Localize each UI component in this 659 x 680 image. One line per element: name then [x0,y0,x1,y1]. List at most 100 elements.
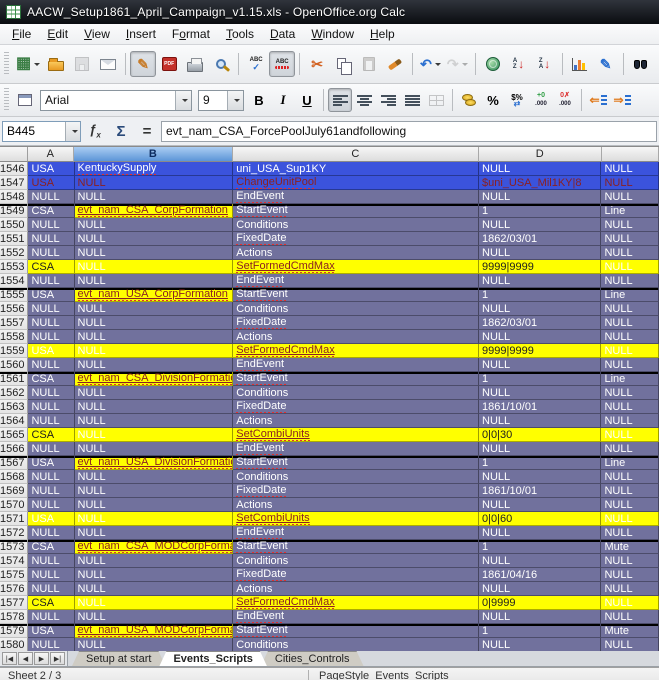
add-decimal-place-button[interactable]: +0.000 [529,88,553,112]
cell[interactable]: NULL [601,386,659,400]
cell[interactable]: Actions [233,582,479,596]
copy-button[interactable] [330,51,356,77]
cell[interactable]: StartEvent [233,288,479,302]
cell[interactable]: NULL [601,470,659,484]
menu-data[interactable]: Data [262,25,303,43]
cell[interactable]: 1 [479,540,601,554]
cell[interactable]: NULL [601,512,659,526]
row-header-1555[interactable]: 1555 [0,288,28,302]
row-header-1552[interactable]: 1552 [0,246,28,260]
cell[interactable]: NULL [75,568,234,582]
cell[interactable]: Line [601,204,659,218]
styles-window-button[interactable] [13,88,37,112]
cell[interactable]: NULL [28,246,74,260]
cell[interactable]: evt_nam_USA_MODCorpFormationMOD [75,624,234,638]
bold-button[interactable]: B [247,88,271,112]
cell[interactable]: NULL [28,638,74,651]
cell[interactable]: NULL [75,400,234,414]
cell[interactable]: NULL [75,358,234,372]
cell[interactable]: Conditions [233,470,479,484]
first-sheet-button[interactable]: |◀ [2,652,17,665]
cell[interactable]: NULL [479,190,601,204]
edit-mode-button[interactable]: ✎ [130,51,156,77]
cell[interactable]: NULL [479,582,601,596]
row-header-1551[interactable]: 1551 [0,232,28,246]
input-line[interactable] [161,121,657,142]
menu-insert[interactable]: Insert [118,25,164,43]
cell[interactable]: NULL [601,428,659,442]
row-header-1553[interactable]: 1553 [0,260,28,274]
export-pdf-button[interactable]: PDF [156,51,182,77]
cell-reference-input[interactable] [3,122,65,141]
column-header-c[interactable]: C [233,147,479,162]
font-size-combobox[interactable]: 9 [198,90,244,111]
cell[interactable]: NULL [601,176,659,190]
cell[interactable]: StartEvent [233,624,479,638]
align-left-button[interactable] [328,88,352,112]
row-header-1556[interactable]: 1556 [0,302,28,316]
sort-ascending-button[interactable]: AZ↓ [506,51,532,77]
cell[interactable]: NULL [601,442,659,456]
cell[interactable]: StartEvent [233,204,479,218]
cell[interactable]: NULL [75,232,234,246]
cell[interactable]: NULL [75,442,234,456]
column-header-e[interactable] [602,147,659,162]
cell[interactable]: Conditions [233,218,479,232]
cell[interactable]: CSA [28,540,74,554]
cell[interactable]: Conditions [233,386,479,400]
cell[interactable]: SetFormedCmdMax [233,260,479,274]
cell[interactable]: CSA [28,260,74,274]
cell[interactable]: NULL [601,232,659,246]
cell[interactable]: NULL [601,400,659,414]
cell[interactable]: ChangeUnitPool [233,176,479,190]
toolbar-grip[interactable] [4,88,9,112]
menu-format[interactable]: Format [164,25,218,43]
cell[interactable]: NULL [601,344,659,358]
row-header-1567[interactable]: 1567 [0,456,28,470]
align-center-button[interactable] [352,88,376,112]
cell[interactable]: NULL [479,442,601,456]
cell[interactable]: EndEvent [233,358,479,372]
cell[interactable]: NULL [75,638,234,651]
cell[interactable]: 1862/03/01 [479,316,601,330]
row-header-1563[interactable]: 1563 [0,400,28,414]
cell[interactable]: NULL [601,274,659,288]
format-paintbrush-button[interactable] [382,51,408,77]
column-header-b[interactable]: B [74,147,233,162]
cell[interactable]: NULL [479,638,601,651]
delete-decimal-place-button[interactable]: 0✗.000 [553,88,577,112]
align-right-button[interactable] [376,88,400,112]
formula-input[interactable] [162,122,656,141]
page-preview-button[interactable] [208,51,234,77]
previous-sheet-button[interactable]: ◀ [18,652,33,665]
cell[interactable]: USA [28,162,74,176]
row-header-1579[interactable]: 1579 [0,624,28,638]
cell[interactable]: 1861/10/01 [479,484,601,498]
cell[interactable]: NULL [28,568,74,582]
insert-chart-button[interactable] [567,51,593,77]
undo-button[interactable]: ↶ [417,51,444,77]
cell[interactable]: USA [28,288,74,302]
email-document-button[interactable] [95,51,121,77]
row-header-1565[interactable]: 1565 [0,428,28,442]
cell[interactable]: NULL [75,470,234,484]
cell[interactable]: NULL [75,554,234,568]
cell[interactable]: NULL [28,316,74,330]
row-header-1576[interactable]: 1576 [0,582,28,596]
cell[interactable]: Mute [601,540,659,554]
cell[interactable]: NULL [479,274,601,288]
cell[interactable]: FixedDate [233,316,479,330]
cell[interactable]: NULL [601,414,659,428]
cell[interactable]: NULL [75,428,234,442]
cell[interactable]: StartEvent [233,372,479,386]
cell[interactable]: 1 [479,624,601,638]
cell[interactable]: NULL [28,470,74,484]
cell[interactable]: NULL [601,162,659,176]
row-header-1570[interactable]: 1570 [0,498,28,512]
sheet-tab-events-scripts[interactable]: Events_Scripts [159,651,266,666]
font-size-dropdown-button[interactable] [227,91,243,110]
cell[interactable]: NULL [601,218,659,232]
cell[interactable]: NULL [479,610,601,624]
cell[interactable]: SetFormedCmdMax [233,596,479,610]
cell[interactable]: NULL [479,302,601,316]
